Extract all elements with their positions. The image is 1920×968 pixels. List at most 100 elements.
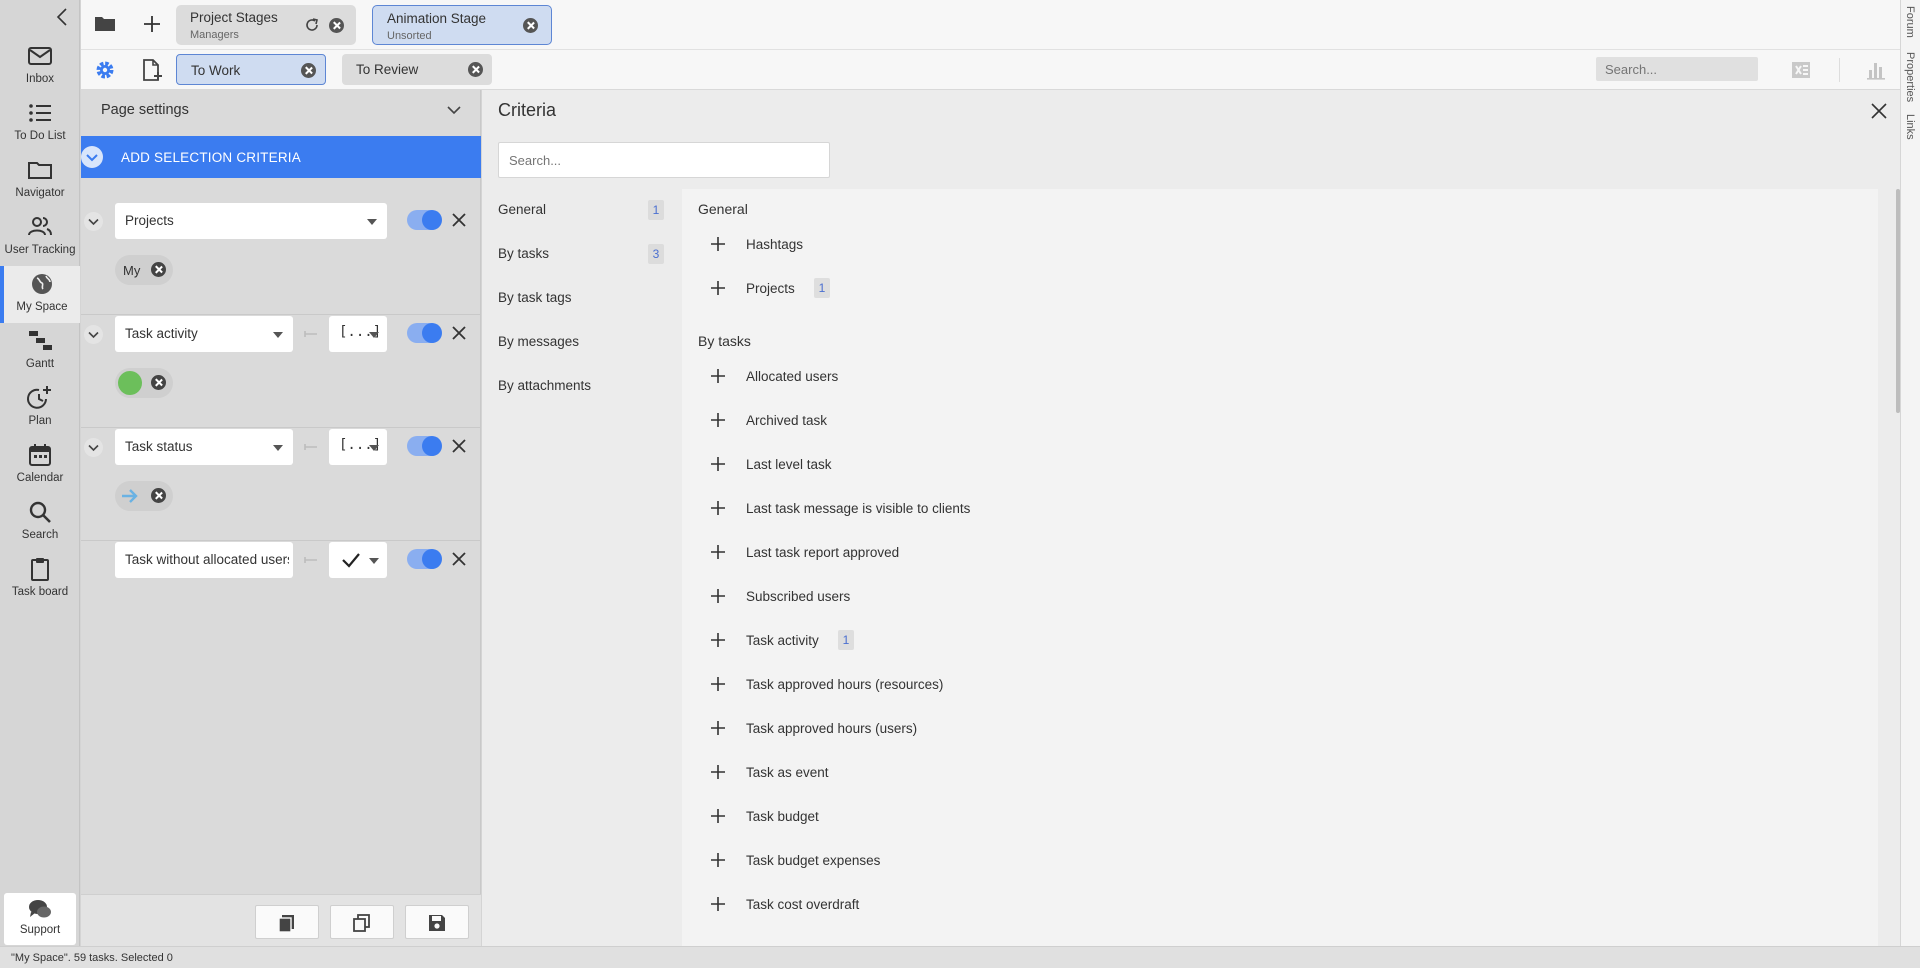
filter-tab-to-work[interactable]: To Work <box>176 54 326 85</box>
row-enable-toggle[interactable] <box>407 323 442 343</box>
operator-select[interactable]: [...] <box>329 429 387 465</box>
sidebar-item-plan[interactable]: Plan <box>0 380 80 437</box>
criteria-title: Criteria <box>498 100 557 120</box>
value-chip[interactable] <box>115 481 173 511</box>
sidebar-item-search[interactable]: Search <box>0 494 80 551</box>
duplicate-button[interactable] <box>330 905 394 939</box>
sidebar-item-gantt[interactable]: Gantt <box>0 323 80 380</box>
search-input[interactable] <box>1596 57 1758 81</box>
sidebar-item-calendar[interactable]: Calendar <box>0 437 80 494</box>
link-icon <box>303 440 319 454</box>
caret-down-icon <box>369 558 379 564</box>
criteria-field-input[interactable]: Task without allocated users <box>115 542 293 578</box>
criteria-search-input[interactable] <box>498 142 830 178</box>
add-tab-icon[interactable] <box>139 11 165 37</box>
field-label: Task activity <box>125 326 198 341</box>
add-criteria-label: ADD SELECTION CRITERIA <box>121 150 301 165</box>
duplicate-icon <box>353 914 370 932</box>
sidebar-item-to-do-list[interactable]: To Do List <box>0 95 80 152</box>
chat-bubbles-icon <box>27 898 53 922</box>
value-chip[interactable] <box>115 368 173 398</box>
tab-animation-stage[interactable]: Animation Stage Unsorted <box>372 5 552 45</box>
save-icon <box>429 915 445 931</box>
remove-chip-icon[interactable] <box>151 488 166 503</box>
tab-forum[interactable]: Forum <box>1904 6 1916 38</box>
row-enable-toggle[interactable] <box>407 210 442 230</box>
close-tab-icon[interactable] <box>523 18 538 33</box>
tab-project-stages[interactable]: Project Stages Managers <box>176 5 356 45</box>
add-selection-criteria-button[interactable]: ADD SELECTION CRITERIA <box>81 136 481 178</box>
criteria-item-label: Archived task <box>746 413 828 428</box>
category-by-messages[interactable]: By messages <box>498 330 664 354</box>
operator-select[interactable] <box>329 542 387 578</box>
save-button[interactable] <box>405 905 469 939</box>
category-label: By task tags <box>498 290 572 305</box>
sidebar-item-label: Plan <box>28 415 52 427</box>
new-document-icon[interactable] <box>139 57 165 83</box>
gear-icon[interactable] <box>92 57 118 83</box>
filter-tab-bar: To Work To Review <box>81 50 1900 90</box>
row-enable-toggle[interactable] <box>407 436 442 456</box>
criteria-row-task-activity: Task activity [...] <box>81 316 481 428</box>
sidebar-item-inbox[interactable]: Inbox <box>0 38 80 95</box>
remove-row-icon[interactable] <box>450 550 468 568</box>
check-icon <box>341 551 361 569</box>
row-expand-icon[interactable] <box>84 212 103 231</box>
criteria-item-label: Projects <box>746 281 795 296</box>
sidebar-item-user-tracking[interactable]: User Tracking <box>0 209 80 266</box>
criteria-field-select[interactable]: Task activity <box>115 316 293 352</box>
collapse-sidebar-icon[interactable] <box>52 6 74 28</box>
chevron-down-icon[interactable] <box>444 100 464 120</box>
plus-icon <box>710 764 726 780</box>
chart-icon[interactable] <box>1863 57 1889 83</box>
tab-subtitle: Unsorted <box>387 30 432 42</box>
remove-chip-icon[interactable] <box>151 262 166 277</box>
excel-export-icon[interactable] <box>1788 57 1814 83</box>
sidebar-item-label: User Tracking <box>4 244 76 256</box>
value-chip[interactable]: My <box>115 255 173 285</box>
category-general[interactable]: General 1 <box>498 198 664 222</box>
criteria-field-select[interactable]: Projects <box>115 203 387 239</box>
plus-icon <box>710 500 726 516</box>
close-filter-icon[interactable] <box>301 63 316 78</box>
criteria-item-label: Allocated users <box>746 369 839 384</box>
tab-title: Project Stages <box>190 10 278 25</box>
chevron-down-icon <box>81 146 103 168</box>
category-by-tasks[interactable]: By tasks 3 <box>498 242 664 266</box>
remove-chip-icon[interactable] <box>151 375 166 390</box>
support-button[interactable]: Support <box>4 893 76 945</box>
tab-links[interactable]: Links <box>1904 114 1916 140</box>
criteria-row-task-without-allocated-users: Task without allocated users <box>81 542 481 654</box>
page-settings-header: Page settings <box>81 90 481 130</box>
operator-select[interactable]: [...] <box>329 316 387 352</box>
remove-row-icon[interactable] <box>450 324 468 342</box>
tab-properties[interactable]: Properties <box>1904 52 1916 102</box>
remove-row-icon[interactable] <box>450 211 468 229</box>
sidebar-item-label: Calendar <box>16 472 64 484</box>
remove-row-icon[interactable] <box>450 437 468 455</box>
criteria-row-task-status: Task status [...] <box>81 429 481 541</box>
tab-subtitle: Managers <box>190 29 239 41</box>
refresh-icon[interactable] <box>304 17 320 33</box>
criteria-list: General Hashtags Projects 1 By tasks All… <box>682 189 1878 946</box>
criteria-item-label: Subscribed users <box>746 589 851 604</box>
close-icon[interactable] <box>1870 102 1888 120</box>
criteria-field-select[interactable]: Task status <box>115 429 293 465</box>
filter-tab-to-review[interactable]: To Review <box>342 54 492 85</box>
category-label: General <box>498 202 547 217</box>
criteria-scrollbar[interactable] <box>1896 189 1900 413</box>
top-tab-bar: Project Stages Managers Animation Stage … <box>81 0 1900 50</box>
open-folder-icon[interactable] <box>92 11 118 37</box>
row-expand-icon[interactable] <box>84 325 103 344</box>
criteria-item-label: Hashtags <box>746 237 804 252</box>
sidebar-item-my-space[interactable]: My Space <box>0 266 80 323</box>
row-expand-icon[interactable] <box>84 438 103 457</box>
close-tab-icon[interactable] <box>329 18 344 33</box>
sidebar-item-task-board[interactable]: Task board <box>0 551 80 608</box>
close-filter-icon[interactable] <box>468 62 483 77</box>
category-by-attachments[interactable]: By attachments <box>498 374 664 398</box>
copy-settings-button[interactable] <box>255 905 319 939</box>
row-enable-toggle[interactable] <box>407 549 442 569</box>
sidebar-item-navigator[interactable]: Navigator <box>0 152 80 209</box>
category-by-task-tags[interactable]: By task tags <box>498 286 664 310</box>
